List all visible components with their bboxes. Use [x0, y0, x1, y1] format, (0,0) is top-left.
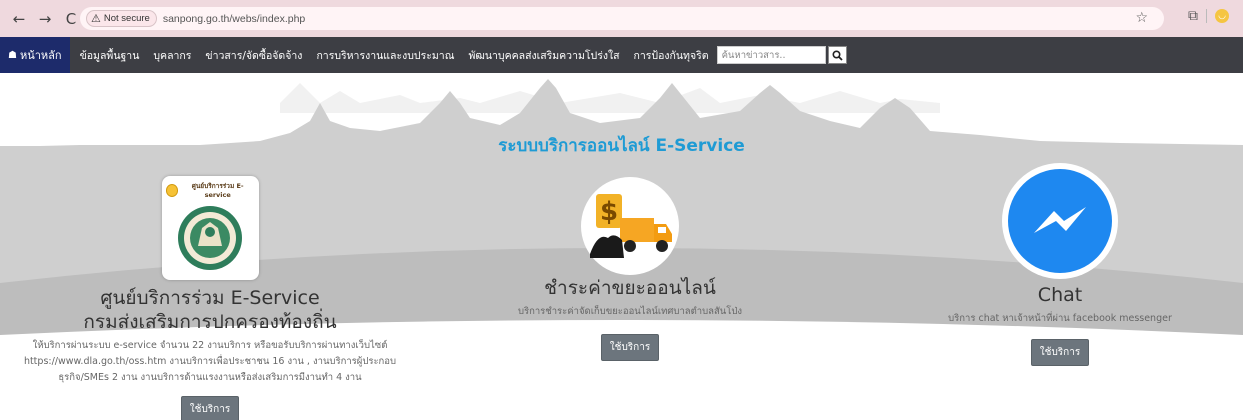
use-service-button[interactable]: ใช้บริการ — [180, 396, 240, 420]
warning-icon: ⚠ — [91, 13, 101, 25]
forward-icon[interactable]: → — [34, 8, 56, 30]
url-text: sanpong.go.th/webs/index.php — [162, 12, 306, 25]
news-search-input[interactable]: ค้นหาข่าวสาร.. — [716, 46, 826, 64]
dla-seal-icon — [177, 206, 242, 270]
security-chip[interactable]: ⚠ Not secure — [86, 10, 157, 27]
card-description-line1: ให้บริการผ่านระบบ e-service จำนวน 22 งาน… — [32, 340, 388, 351]
reload-icon[interactable]: C — [60, 8, 82, 30]
extensions-icon[interactable]: ⧉ — [1188, 8, 1198, 24]
use-service-button[interactable]: ใช้บริการ — [600, 334, 660, 361]
card-title: ชำระค่าขยะออนไลน์ — [544, 277, 716, 299]
dla-eservice-logo: ศูนย์บริการร่วม E-service — [161, 176, 259, 280]
search-icon — [832, 49, 843, 61]
card-title: Chat — [1037, 284, 1083, 306]
profile-avatar-icon[interactable]: ◡ — [1215, 9, 1229, 23]
svg-text:$: $ — [600, 197, 618, 227]
search-button[interactable] — [827, 46, 847, 64]
nav-item-anti-corruption[interactable]: การป้องกันทุจริต — [634, 47, 709, 64]
card-title-line1: ศูนย์บริการร่วม E-Service — [100, 287, 320, 309]
nav-item-personnel[interactable]: บุคลากร — [153, 47, 191, 64]
garbage-truck-payment-icon: $ — [581, 177, 679, 275]
site-navbar: ☗ หน้าหลัก ข้อมูลพื้นฐาน บุคลากร ข่าวสาร… — [0, 37, 1243, 73]
address-bar[interactable]: ⚠ Not secure sanpong.go.th/webs/index.ph… — [80, 7, 1164, 30]
card-description-line3: ธุรกิจ/SMEs 2 งาน งานบริการด้านแรงงานหรื… — [58, 372, 362, 383]
nav-home-label: หน้าหลัก — [19, 49, 62, 62]
nav-home[interactable]: ☗ หน้าหลัก — [0, 37, 70, 73]
nav-item-transparency[interactable]: พัฒนาบุคคลส่งเสริมความโปร่งใส — [468, 47, 619, 64]
browser-toolbar: ← → C ⚠ Not secure sanpong.go.th/webs/in… — [0, 0, 1243, 37]
service-card-dla: ศูนย์บริการร่วม E-service ศูนย์บริการร่ว… — [0, 176, 420, 420]
security-label: Not secure — [103, 13, 150, 24]
use-service-button[interactable]: ใช้บริการ — [1030, 339, 1090, 366]
eservice-section: ระบบบริการออนไลน์ E-Service ศูนย์บริการร… — [0, 73, 1243, 420]
service-card-chat: Chat บริการ chat หาเจ้าหน้าที่ผ่าน faceb… — [880, 161, 1240, 366]
card-title-line2: กรมส่งเสริมการปกครองท้องถิ่น — [83, 311, 337, 333]
nav-item-basic-info[interactable]: ข้อมูลพื้นฐาน — [80, 47, 140, 64]
card-description: บริการ chat หาเจ้าหน้าที่ผ่าน facebook m… — [948, 313, 1172, 324]
bookmark-star-icon[interactable]: ☆ — [1135, 10, 1148, 26]
messenger-icon — [1002, 163, 1118, 279]
card-description: ให้บริการผ่านระบบ e-service จำนวน 22 งาน… — [0, 338, 420, 386]
back-icon[interactable]: ← — [8, 8, 30, 30]
nav-item-management-budget[interactable]: การบริหารงานและงบประมาณ — [316, 47, 454, 64]
toolbar-divider — [1206, 9, 1207, 23]
service-card-garbage-fee: $ ชำระค่าขยะออนไลน์ บริการชำระค่าจัดเก็บ… — [465, 176, 795, 361]
nav-item-news-procurement[interactable]: ข่าวสาร/จัดซื้อจัดจ้าง — [205, 47, 302, 64]
card-description: บริการชำระค่าจัดเก็บขยะออนไลน์เทศบาลตำบล… — [517, 306, 743, 317]
card-description-line2: https://www.dla.go.th/oss.htm งานบริการเ… — [23, 356, 397, 367]
home-icon: ☗ — [8, 49, 17, 61]
section-title: ระบบบริการออนไลน์ E-Service — [498, 136, 745, 156]
